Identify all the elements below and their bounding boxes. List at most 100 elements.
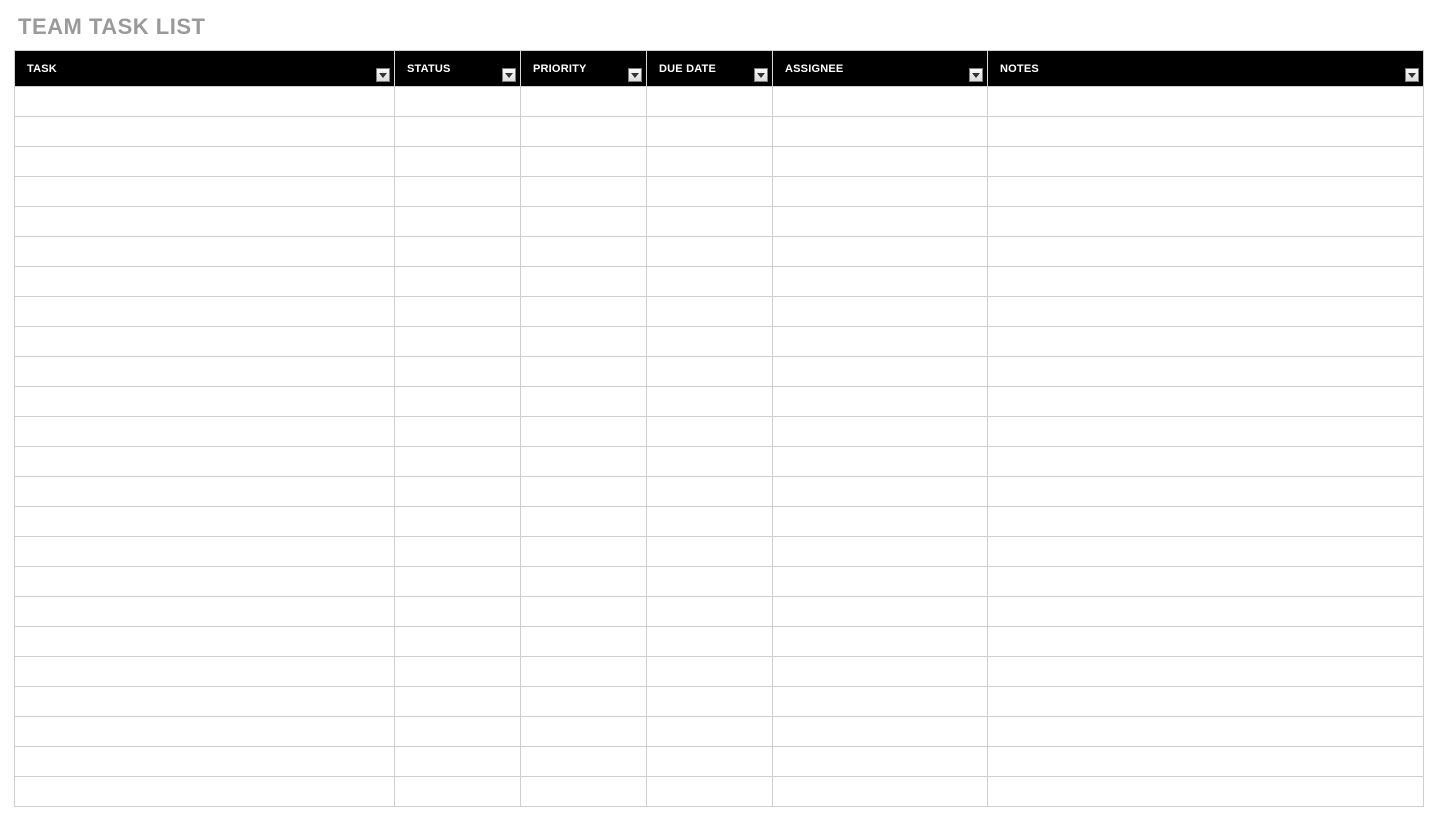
cell-task[interactable] <box>15 177 395 207</box>
cell-duedate[interactable] <box>647 267 773 297</box>
cell-task[interactable] <box>15 207 395 237</box>
cell-priority[interactable] <box>521 237 647 267</box>
cell-duedate[interactable] <box>647 417 773 447</box>
cell-task[interactable] <box>15 387 395 417</box>
cell-duedate[interactable] <box>647 777 773 807</box>
cell-priority[interactable] <box>521 177 647 207</box>
cell-notes[interactable] <box>988 687 1424 717</box>
cell-notes[interactable] <box>988 777 1424 807</box>
cell-notes[interactable] <box>988 597 1424 627</box>
cell-notes[interactable] <box>988 267 1424 297</box>
cell-task[interactable] <box>15 687 395 717</box>
cell-task[interactable] <box>15 297 395 327</box>
cell-priority[interactable] <box>521 147 647 177</box>
cell-assignee[interactable] <box>773 777 988 807</box>
cell-status[interactable] <box>395 537 521 567</box>
cell-assignee[interactable] <box>773 747 988 777</box>
cell-status[interactable] <box>395 717 521 747</box>
cell-priority[interactable] <box>521 297 647 327</box>
cell-assignee[interactable] <box>773 267 988 297</box>
cell-status[interactable] <box>395 177 521 207</box>
cell-status[interactable] <box>395 387 521 417</box>
cell-status[interactable] <box>395 507 521 537</box>
cell-task[interactable] <box>15 87 395 117</box>
cell-status[interactable] <box>395 777 521 807</box>
cell-duedate[interactable] <box>647 117 773 147</box>
cell-assignee[interactable] <box>773 327 988 357</box>
cell-task[interactable] <box>15 477 395 507</box>
column-header-priority[interactable]: PRIORITY <box>521 51 647 87</box>
cell-priority[interactable] <box>521 357 647 387</box>
cell-notes[interactable] <box>988 477 1424 507</box>
cell-task[interactable] <box>15 657 395 687</box>
cell-notes[interactable] <box>988 327 1424 357</box>
cell-task[interactable] <box>15 747 395 777</box>
cell-notes[interactable] <box>988 417 1424 447</box>
cell-status[interactable] <box>395 747 521 777</box>
cell-assignee[interactable] <box>773 597 988 627</box>
cell-notes[interactable] <box>988 447 1424 477</box>
cell-duedate[interactable] <box>647 237 773 267</box>
cell-status[interactable] <box>395 477 521 507</box>
cell-status[interactable] <box>395 687 521 717</box>
cell-priority[interactable] <box>521 507 647 537</box>
cell-status[interactable] <box>395 327 521 357</box>
cell-task[interactable] <box>15 117 395 147</box>
cell-task[interactable] <box>15 357 395 387</box>
cell-duedate[interactable] <box>647 717 773 747</box>
cell-duedate[interactable] <box>647 537 773 567</box>
cell-task[interactable] <box>15 447 395 477</box>
cell-status[interactable] <box>395 147 521 177</box>
cell-duedate[interactable] <box>647 687 773 717</box>
cell-notes[interactable] <box>988 237 1424 267</box>
cell-status[interactable] <box>395 447 521 477</box>
cell-duedate[interactable] <box>647 87 773 117</box>
cell-assignee[interactable] <box>773 477 988 507</box>
column-header-task[interactable]: TASK <box>15 51 395 87</box>
cell-status[interactable] <box>395 237 521 267</box>
cell-assignee[interactable] <box>773 507 988 537</box>
cell-duedate[interactable] <box>647 447 773 477</box>
cell-duedate[interactable] <box>647 387 773 417</box>
cell-assignee[interactable] <box>773 627 988 657</box>
cell-priority[interactable] <box>521 717 647 747</box>
cell-status[interactable] <box>395 207 521 237</box>
cell-status[interactable] <box>395 117 521 147</box>
cell-duedate[interactable] <box>647 327 773 357</box>
column-header-status[interactable]: STATUS <box>395 51 521 87</box>
cell-duedate[interactable] <box>647 477 773 507</box>
cell-notes[interactable] <box>988 177 1424 207</box>
filter-dropdown-icon[interactable] <box>1405 68 1419 82</box>
cell-notes[interactable] <box>988 537 1424 567</box>
cell-task[interactable] <box>15 327 395 357</box>
cell-priority[interactable] <box>521 207 647 237</box>
cell-notes[interactable] <box>988 657 1424 687</box>
cell-assignee[interactable] <box>773 537 988 567</box>
cell-duedate[interactable] <box>647 627 773 657</box>
cell-priority[interactable] <box>521 267 647 297</box>
cell-status[interactable] <box>395 657 521 687</box>
cell-duedate[interactable] <box>647 507 773 537</box>
cell-priority[interactable] <box>521 87 647 117</box>
cell-assignee[interactable] <box>773 717 988 747</box>
cell-assignee[interactable] <box>773 177 988 207</box>
cell-task[interactable] <box>15 237 395 267</box>
cell-duedate[interactable] <box>647 207 773 237</box>
cell-notes[interactable] <box>988 87 1424 117</box>
cell-notes[interactable] <box>988 207 1424 237</box>
cell-duedate[interactable] <box>647 567 773 597</box>
cell-assignee[interactable] <box>773 207 988 237</box>
cell-notes[interactable] <box>988 297 1424 327</box>
cell-notes[interactable] <box>988 147 1424 177</box>
cell-task[interactable] <box>15 567 395 597</box>
cell-priority[interactable] <box>521 687 647 717</box>
filter-dropdown-icon[interactable] <box>969 68 983 82</box>
cell-priority[interactable] <box>521 597 647 627</box>
column-header-duedate[interactable]: DUE DATE <box>647 51 773 87</box>
column-header-assignee[interactable]: ASSIGNEE <box>773 51 988 87</box>
cell-duedate[interactable] <box>647 747 773 777</box>
cell-assignee[interactable] <box>773 87 988 117</box>
cell-status[interactable] <box>395 417 521 447</box>
cell-duedate[interactable] <box>647 657 773 687</box>
cell-task[interactable] <box>15 267 395 297</box>
